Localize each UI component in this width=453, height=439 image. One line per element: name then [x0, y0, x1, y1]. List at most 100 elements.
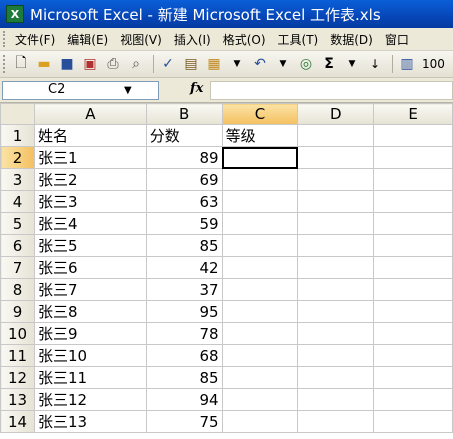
cell-d[interactable]: [297, 300, 375, 323]
undo-dropdown-icon[interactable]: ▼: [273, 54, 293, 74]
cell-name[interactable]: 张三2: [33, 168, 147, 191]
cell-name[interactable]: 张三9: [33, 322, 147, 345]
cell-score[interactable]: 89: [145, 146, 223, 169]
cell-e[interactable]: [373, 300, 453, 323]
hyperlink-icon[interactable]: ◎: [296, 54, 316, 74]
new-file-icon[interactable]: 🗋: [11, 54, 31, 74]
paste-icon[interactable]: ▦: [204, 54, 224, 74]
cell-d[interactable]: [297, 168, 375, 191]
cell-d[interactable]: [297, 190, 375, 213]
cell-grade[interactable]: [221, 278, 299, 301]
row-header[interactable]: 2: [0, 146, 35, 169]
column-header-c[interactable]: C: [221, 103, 299, 125]
active-cell-c2[interactable]: [221, 146, 299, 169]
cell-e[interactable]: [373, 168, 453, 191]
cell-d[interactable]: [297, 278, 375, 301]
row-header[interactable]: 10: [0, 322, 35, 345]
permission-icon[interactable]: ▣: [80, 54, 100, 74]
cell-e[interactable]: [373, 278, 453, 301]
cell-d[interactable]: [297, 146, 375, 169]
cell-grade[interactable]: [221, 410, 299, 433]
cell-name[interactable]: 张三8: [33, 300, 147, 323]
cell-d[interactable]: [297, 124, 375, 147]
undo-icon[interactable]: ↶: [250, 54, 270, 74]
cell-e[interactable]: [373, 124, 453, 147]
cell-d[interactable]: [297, 234, 375, 257]
cell-grade[interactable]: [221, 344, 299, 367]
cell-e[interactable]: [373, 410, 453, 433]
cell-grade[interactable]: [221, 388, 299, 411]
name-box-dropdown-icon[interactable]: ▼: [124, 85, 132, 96]
cell-score[interactable]: 85: [145, 366, 223, 389]
autosum-icon[interactable]: Σ: [319, 54, 339, 74]
menu-tools[interactable]: 工具(T): [278, 31, 319, 48]
column-header-e[interactable]: E: [373, 103, 453, 125]
cell-score[interactable]: 42: [145, 256, 223, 279]
cell-score[interactable]: 75: [145, 410, 223, 433]
row-header[interactable]: 5: [0, 212, 35, 235]
row-header[interactable]: 9: [0, 300, 35, 323]
autosum-dropdown-icon[interactable]: ▼: [342, 54, 362, 74]
row-header[interactable]: 13: [0, 388, 35, 411]
column-header-b[interactable]: B: [145, 103, 223, 125]
cell-d[interactable]: [297, 212, 375, 235]
print-preview-icon[interactable]: ⌕: [126, 54, 146, 74]
cell-d[interactable]: [297, 366, 375, 389]
cell-name[interactable]: 张三13: [33, 410, 147, 433]
cell-name[interactable]: 张三1: [33, 146, 147, 169]
cell-name[interactable]: 姓名: [33, 124, 147, 147]
open-folder-icon[interactable]: ▬: [34, 54, 54, 74]
sort-ascending-icon[interactable]: ↓: [365, 54, 385, 74]
cell-name[interactable]: 张三11: [33, 366, 147, 389]
row-header[interactable]: 8: [0, 278, 35, 301]
insert-function-icon[interactable]: fx: [190, 81, 203, 96]
cell-grade[interactable]: [221, 212, 299, 235]
cell-score[interactable]: 59: [145, 212, 223, 235]
cell-name[interactable]: 张三3: [33, 190, 147, 213]
excel-app-icon[interactable]: X: [6, 5, 24, 23]
cell-grade[interactable]: [221, 300, 299, 323]
zoom-box[interactable]: 100: [422, 57, 445, 71]
cell-d[interactable]: [297, 322, 375, 345]
chart-wizard-icon[interactable]: ▥: [397, 54, 417, 74]
cell-grade[interactable]: 等级: [221, 124, 299, 147]
row-header[interactable]: 1: [0, 124, 35, 147]
row-header[interactable]: 12: [0, 366, 35, 389]
cell-score[interactable]: 68: [145, 344, 223, 367]
menu-format[interactable]: 格式(O): [223, 31, 266, 48]
select-all-corner[interactable]: [0, 103, 35, 125]
cell-d[interactable]: [297, 344, 375, 367]
cell-grade[interactable]: [221, 168, 299, 191]
cell-score[interactable]: 分数: [145, 124, 223, 147]
cell-score[interactable]: 78: [145, 322, 223, 345]
paste-dropdown-icon[interactable]: ▼: [227, 54, 247, 74]
spelling-icon[interactable]: ✓: [158, 54, 178, 74]
save-icon[interactable]: ■: [57, 54, 77, 74]
menu-edit[interactable]: 编辑(E): [67, 31, 108, 48]
cell-e[interactable]: [373, 322, 453, 345]
cell-name[interactable]: 张三7: [33, 278, 147, 301]
menu-file[interactable]: 文件(F): [15, 31, 55, 48]
row-header[interactable]: 11: [0, 344, 35, 367]
cell-name[interactable]: 张三5: [33, 234, 147, 257]
row-header[interactable]: 6: [0, 234, 35, 257]
cell-grade[interactable]: [221, 234, 299, 257]
row-header[interactable]: 14: [0, 410, 35, 433]
cell-grade[interactable]: [221, 366, 299, 389]
cell-grade[interactable]: [221, 256, 299, 279]
cell-grade[interactable]: [221, 322, 299, 345]
menu-grip[interactable]: [3, 31, 9, 47]
row-header[interactable]: 4: [0, 190, 35, 213]
cell-e[interactable]: [373, 344, 453, 367]
menu-data[interactable]: 数据(D): [330, 31, 373, 48]
menu-insert[interactable]: 插入(I): [174, 31, 211, 48]
cell-e[interactable]: [373, 256, 453, 279]
name-box[interactable]: C2 ▼: [2, 81, 159, 100]
toolbar-grip[interactable]: [3, 55, 8, 73]
menu-view[interactable]: 视图(V): [120, 31, 162, 48]
cell-score[interactable]: 37: [145, 278, 223, 301]
cell-score[interactable]: 63: [145, 190, 223, 213]
cell-name[interactable]: 张三4: [33, 212, 147, 235]
cell-score[interactable]: 69: [145, 168, 223, 191]
cell-score[interactable]: 94: [145, 388, 223, 411]
